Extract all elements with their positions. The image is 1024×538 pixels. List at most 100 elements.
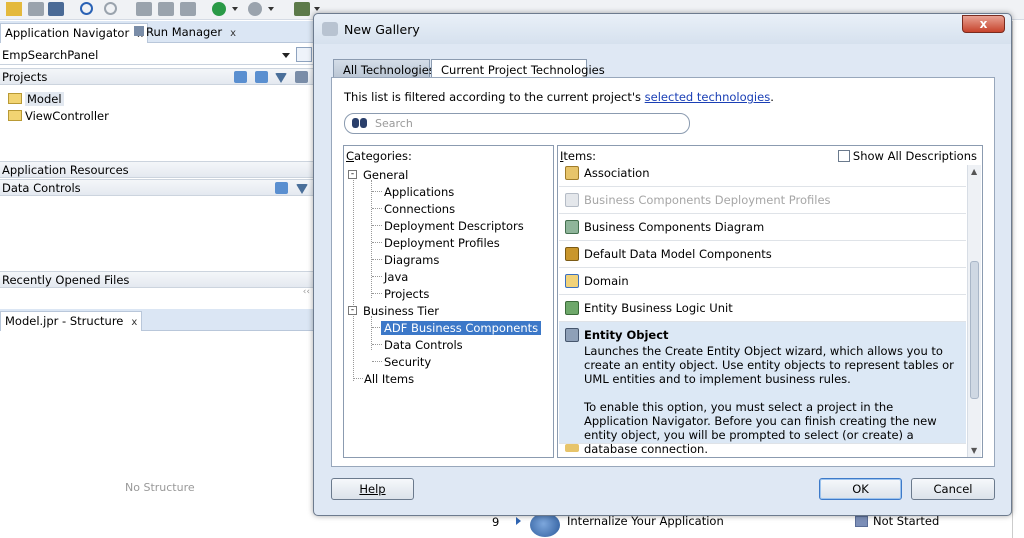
help-button[interactable]: Help bbox=[331, 478, 414, 500]
cancel-button-label: Cancel bbox=[933, 482, 973, 496]
forward-dropdown-icon[interactable] bbox=[268, 7, 274, 11]
chevron-down-icon[interactable] bbox=[282, 53, 290, 58]
cut-icon[interactable] bbox=[136, 2, 152, 16]
tree-item-viewcontroller[interactable]: ViewController bbox=[8, 109, 109, 123]
folder-icon bbox=[8, 93, 22, 104]
cancel-button[interactable]: Cancel bbox=[911, 478, 995, 500]
collapse-icon[interactable]: - bbox=[348, 170, 357, 179]
association-icon bbox=[565, 166, 579, 180]
category-connections[interactable]: Connections bbox=[384, 202, 455, 216]
project-properties-button[interactable] bbox=[296, 47, 312, 62]
search-input[interactable] bbox=[375, 116, 675, 131]
undo-icon[interactable] bbox=[80, 2, 93, 15]
list-item-deployment-profiles[interactable]: Business Components Deployment Profiles bbox=[559, 187, 966, 214]
category-projects[interactable]: Projects bbox=[384, 287, 429, 301]
category-data-controls[interactable]: Data Controls bbox=[384, 338, 463, 352]
data-controls-label: Data Controls bbox=[2, 181, 81, 195]
save-all-icon[interactable] bbox=[48, 2, 64, 16]
copy-icon[interactable] bbox=[158, 2, 174, 16]
app-resources-header[interactable]: Application Resources bbox=[0, 161, 316, 178]
close-button[interactable]: x bbox=[962, 15, 1005, 33]
project-select-value: EmpSearchPanel bbox=[2, 48, 99, 62]
collapse-icon[interactable]: - bbox=[348, 306, 357, 315]
tab-structure[interactable]: Model.jpr - Structure x bbox=[0, 311, 143, 331]
tab-current-project-technologies[interactable]: Current Project Technologies bbox=[431, 59, 605, 79]
categories-label: Categories: bbox=[346, 149, 412, 163]
redo-icon[interactable] bbox=[104, 2, 117, 15]
projects-header[interactable]: Projects bbox=[0, 68, 316, 85]
back-dropdown-icon[interactable] bbox=[232, 7, 238, 11]
gallery-icon bbox=[322, 22, 338, 36]
new-gallery-dialog: New Gallery x All Technologies Current P… bbox=[313, 13, 1012, 516]
list-item-logic-unit[interactable]: Entity Business Logic Unit bbox=[559, 295, 966, 322]
category-java[interactable]: Java bbox=[384, 270, 408, 284]
list-item-data-model[interactable]: Default Data Model Components bbox=[559, 241, 966, 268]
tab-run-manager[interactable]: Run Manager x bbox=[130, 23, 240, 43]
category-business-tier[interactable]: Business Tier bbox=[363, 304, 439, 318]
list-item-entity-object[interactable]: Entity Object Launches the Create Entity… bbox=[559, 322, 966, 456]
refresh-icon[interactable] bbox=[275, 182, 289, 194]
sql-dropdown-icon[interactable] bbox=[314, 7, 320, 11]
list-item-next[interactable] bbox=[559, 444, 966, 457]
filter-icon[interactable] bbox=[296, 184, 308, 194]
close-icon[interactable]: x bbox=[131, 317, 137, 328]
forward-icon[interactable] bbox=[248, 2, 262, 16]
category-all-items[interactable]: All Items bbox=[364, 372, 414, 386]
open-icon[interactable] bbox=[6, 2, 22, 16]
step-number: 9 bbox=[492, 515, 500, 529]
tab-all-technologies[interactable]: All Technologies bbox=[333, 59, 435, 79]
item-name: Entity Business Logic Unit bbox=[584, 301, 733, 315]
structure-tabbar: Model.jpr - Structure x bbox=[0, 309, 316, 331]
tree-item-model[interactable]: Model bbox=[8, 92, 64, 106]
list-item-association[interactable]: Association bbox=[559, 165, 966, 187]
entity-object-icon bbox=[565, 328, 579, 342]
selected-technologies-link[interactable]: selected technologies bbox=[645, 90, 771, 104]
filter-icon[interactable] bbox=[275, 73, 288, 83]
project-select[interactable]: EmpSearchPanel bbox=[0, 45, 316, 65]
save-icon[interactable] bbox=[28, 2, 44, 16]
domain-icon bbox=[565, 274, 579, 288]
globe-icon bbox=[530, 513, 560, 537]
scrollbar-thumb[interactable] bbox=[970, 261, 979, 399]
search-field[interactable] bbox=[344, 113, 690, 134]
paste-icon[interactable] bbox=[180, 2, 196, 16]
category-diagrams[interactable]: Diagrams bbox=[384, 253, 439, 267]
list-item-domain[interactable]: Domain bbox=[559, 268, 966, 295]
dialog-title: New Gallery bbox=[344, 22, 420, 37]
categories-panel: Categories: - General Applications Conne… bbox=[343, 145, 554, 458]
horizontal-scroll-icon[interactable]: ‹‹ bbox=[303, 287, 310, 297]
recent-files-label: Recently Opened Files bbox=[2, 273, 130, 287]
tab-label: Run Manager bbox=[146, 25, 223, 39]
refresh-icon[interactable] bbox=[254, 71, 268, 83]
sort-icon[interactable] bbox=[295, 71, 308, 83]
items-scrollbar[interactable]: ▲ ▼ bbox=[967, 165, 981, 457]
scroll-up-icon[interactable]: ▲ bbox=[971, 167, 977, 176]
expand-arrow-icon[interactable] bbox=[516, 517, 521, 525]
recent-files-header[interactable]: Recently Opened Files bbox=[0, 271, 316, 288]
show-all-descriptions-checkbox[interactable]: Show All Descriptions bbox=[837, 149, 977, 163]
run-manager-icon bbox=[134, 26, 144, 36]
data-model-icon bbox=[565, 247, 579, 261]
category-security[interactable]: Security bbox=[384, 355, 431, 369]
task-status: Not Started bbox=[873, 514, 940, 528]
data-controls-header[interactable]: Data Controls bbox=[0, 179, 316, 196]
task-link[interactable]: Internalize Your Application bbox=[567, 514, 724, 528]
search-icon[interactable] bbox=[234, 71, 248, 83]
list-item-diagram[interactable]: Business Components Diagram bbox=[559, 214, 966, 241]
category-applications[interactable]: Applications bbox=[384, 185, 454, 199]
checkbox-icon[interactable] bbox=[837, 150, 850, 162]
scroll-down-icon[interactable]: ▼ bbox=[971, 446, 977, 455]
sql-icon[interactable] bbox=[294, 2, 310, 16]
tab-application-navigator[interactable]: Application Navigatorx bbox=[0, 23, 149, 43]
ok-button[interactable]: OK bbox=[819, 478, 902, 500]
close-icon[interactable]: x bbox=[230, 28, 236, 39]
tree-item-label: Model bbox=[25, 92, 64, 106]
category-general[interactable]: General bbox=[363, 168, 408, 182]
category-deployment-profiles[interactable]: Deployment Profiles bbox=[384, 236, 500, 250]
category-deployment-descriptors[interactable]: Deployment Descriptors bbox=[384, 219, 524, 233]
item-name: Default Data Model Components bbox=[584, 247, 772, 261]
back-icon[interactable] bbox=[212, 2, 226, 16]
category-adf-business-components[interactable]: ADF Business Components bbox=[381, 321, 542, 335]
left-panel: Application Navigatorx Run Managerx EmpS… bbox=[0, 21, 316, 538]
tab-label: Application Navigator bbox=[5, 26, 130, 40]
